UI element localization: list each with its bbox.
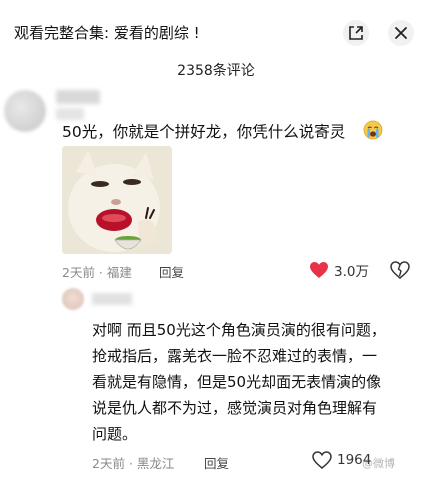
picture-in-picture-icon bbox=[349, 26, 363, 40]
avatar[interactable] bbox=[62, 288, 84, 310]
dislike-button[interactable] bbox=[390, 261, 410, 283]
comment-text[interactable]: 对啊 而且50光这个角色演员演的很有问题， 抢戒指后，露羌衣一脸不忍难过的表情，… bbox=[92, 317, 418, 447]
watermark: @微博 bbox=[362, 457, 395, 470]
close-icon bbox=[395, 27, 407, 39]
comment-meta: 2天前 · 黑龙江 bbox=[92, 456, 175, 471]
comment-text[interactable]: 50光，你就是个拼好龙，你凭什么说寄灵 bbox=[62, 120, 345, 142]
popup-header: 观看完整合集: 爱看的剧综 ! bbox=[0, 0, 432, 66]
comment-line: 看就是有隐情，但是50光却面无表情演的像 bbox=[92, 373, 382, 391]
reply-button[interactable]: 回复 bbox=[204, 453, 229, 472]
comment-line: 抢戒指后，露羌衣一脸不忍难过的表情，一 bbox=[92, 347, 378, 365]
close-button[interactable] bbox=[388, 20, 414, 46]
comment-image[interactable] bbox=[62, 146, 172, 254]
comment-line: 说是仇人都不为过，感觉演员对角色理解有 bbox=[92, 399, 378, 417]
username-blurred[interactable] bbox=[92, 293, 132, 305]
username-blurred[interactable] bbox=[56, 90, 100, 104]
user-badge-blurred bbox=[56, 108, 84, 120]
comment-line: 问题。 bbox=[92, 425, 138, 443]
crying-face-icon bbox=[363, 120, 383, 140]
comment-meta: 2天前 · 福建 bbox=[62, 265, 132, 280]
cat-image-icon bbox=[62, 146, 172, 254]
pip-button[interactable] bbox=[343, 20, 369, 46]
avatar[interactable] bbox=[4, 90, 46, 132]
heart-outline-icon bbox=[312, 451, 332, 469]
comment-count: 2358条评论 bbox=[177, 63, 255, 79]
collection-title[interactable]: 观看完整合集: 爱看的剧综 ! bbox=[14, 22, 200, 43]
broken-heart-icon bbox=[390, 261, 410, 279]
like-button[interactable]: 3.0万 bbox=[309, 260, 369, 280]
reply-button[interactable]: 回复 bbox=[159, 262, 184, 281]
heart-filled-icon bbox=[310, 262, 328, 278]
comment-line: 对啊 而且50光这个角色演员演的很有问题， bbox=[92, 321, 386, 339]
like-count: 3.0万 bbox=[334, 264, 369, 280]
